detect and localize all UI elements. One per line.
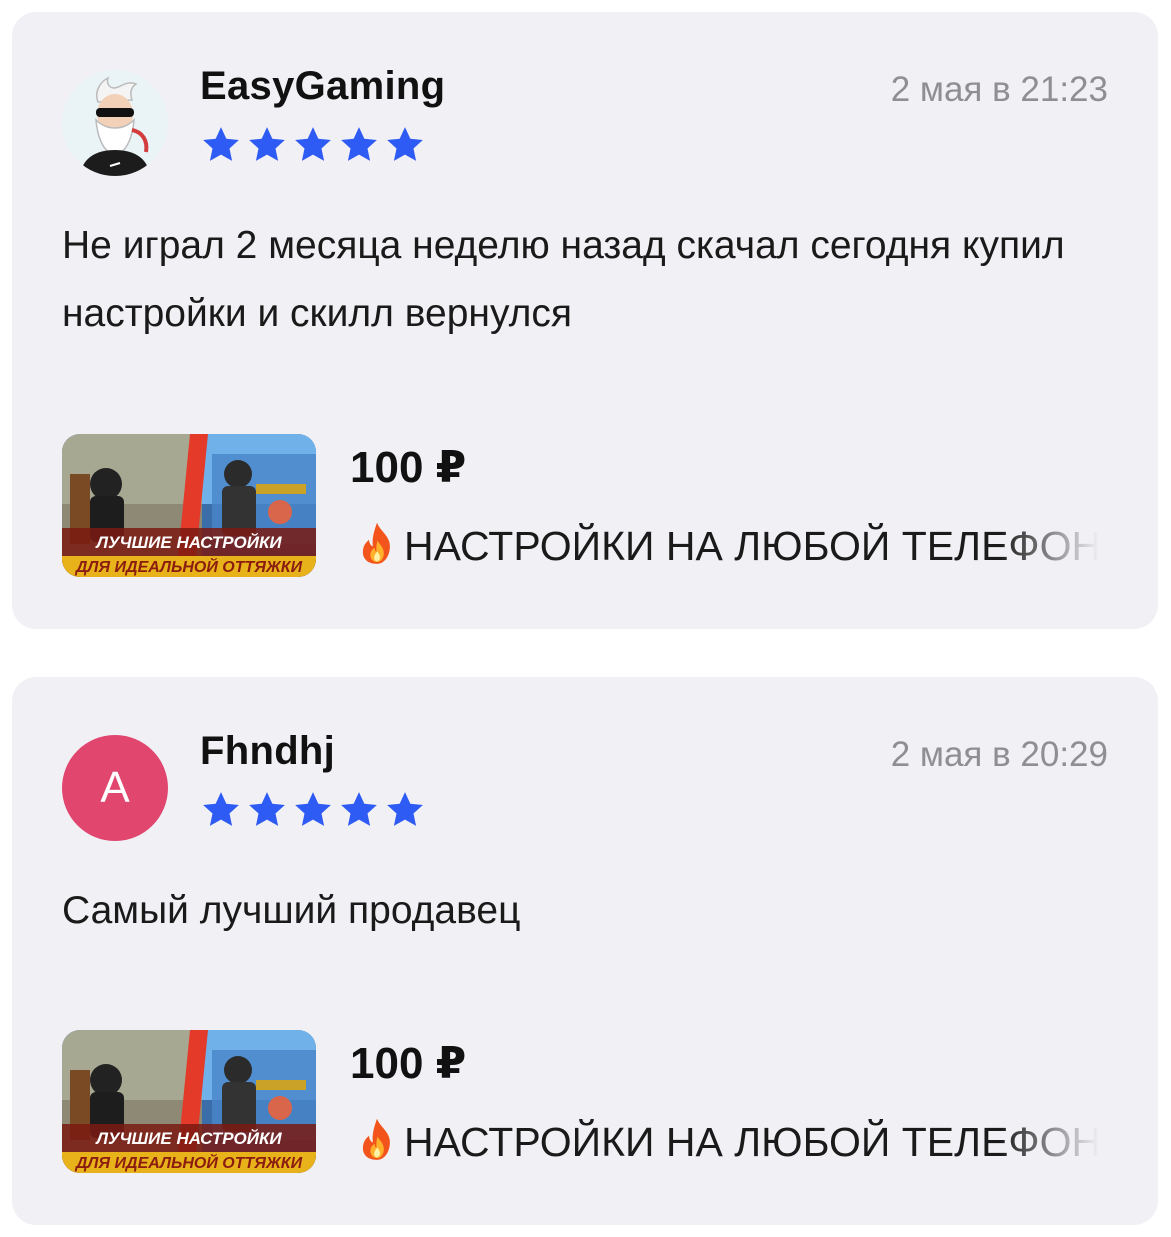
author-name[interactable]: EasyGaming <box>200 64 445 109</box>
title-fade-overlay <box>1000 518 1110 574</box>
product-thumbnail-image: ЛУЧШИЕ НАСТРОЙКИ ДЛЯ ИДЕАЛЬНОЙ ОТТЯЖКИ <box>62 434 316 577</box>
product-title-row[interactable]: НАСТРОЙКИ НА ЛЮБОЙ ТЕЛЕФОН <box>354 518 1110 574</box>
fire-icon <box>354 521 400 571</box>
thumbnail-caption-line2: ДЛЯ ИДЕАЛЬНОЙ ОТТЯЖКИ <box>74 556 303 576</box>
thumbnail-caption-line1: ЛУЧШИЕ НАСТРОЙКИ <box>94 532 282 552</box>
star-icon <box>246 124 288 166</box>
star-icon <box>384 124 426 166</box>
avatar[interactable] <box>62 70 168 176</box>
reviews-page: EasyGaming 2 мая в 21:23 Не играл 2 меся… <box>0 0 1171 1237</box>
star-icon <box>246 789 288 831</box>
star-icon <box>338 124 380 166</box>
star-icon <box>200 124 242 166</box>
bearded-man-sunglasses-avatar-icon <box>62 70 168 176</box>
review-text: Не играл 2 месяца неделю назад скачал се… <box>62 224 1065 335</box>
thumbnail-caption-line1: ЛУЧШИЕ НАСТРОЙКИ <box>94 1128 282 1148</box>
product-thumbnail-image: ЛУЧШИЕ НАСТРОЙКИ ДЛЯ ИДЕАЛЬНОЙ ОТТЯЖКИ <box>62 1030 316 1173</box>
rating-stars <box>200 789 426 831</box>
product-price: 100 ₽ <box>350 443 467 492</box>
product-price: 100 ₽ <box>350 1039 467 1088</box>
avatar[interactable]: A <box>62 735 168 841</box>
star-icon <box>200 789 242 831</box>
product-title-row[interactable]: НАСТРОЙКИ НА ЛЮБОЙ ТЕЛЕФОН <box>354 1114 1110 1170</box>
review-card: A Fhndhj 2 мая в 20:29 Самый лучший прод… <box>12 677 1158 1225</box>
product-title: НАСТРОЙКИ НА ЛЮБОЙ ТЕЛЕФОН <box>404 522 1102 569</box>
star-icon <box>292 124 334 166</box>
product-link[interactable]: ЛУЧШИЕ НАСТРОЙКИ ДЛЯ ИДЕАЛЬНОЙ ОТТЯЖКИ 1… <box>62 1030 1112 1173</box>
product-title: НАСТРОЙКИ НА ЛЮБОЙ ТЕЛЕФОН <box>404 1118 1102 1165</box>
star-icon <box>292 789 334 831</box>
review-card: EasyGaming 2 мая в 21:23 Не играл 2 меся… <box>12 12 1158 629</box>
review-date: 2 мая в 21:23 <box>890 70 1108 109</box>
avatar-letter: A <box>100 763 130 812</box>
product-thumbnail[interactable]: ЛУЧШИЕ НАСТРОЙКИ ДЛЯ ИДЕАЛЬНОЙ ОТТЯЖКИ <box>62 1030 316 1173</box>
star-icon <box>338 789 380 831</box>
thumbnail-caption-line2: ДЛЯ ИДЕАЛЬНОЙ ОТТЯЖКИ <box>74 1152 303 1172</box>
rating-stars <box>200 124 426 166</box>
author-name[interactable]: Fhndhj <box>200 729 335 774</box>
title-fade-overlay <box>1000 1114 1110 1170</box>
product-thumbnail[interactable]: ЛУЧШИЕ НАСТРОЙКИ ДЛЯ ИДЕАЛЬНОЙ ОТТЯЖКИ <box>62 434 316 577</box>
review-text: Самый лучший продавец <box>62 889 521 932</box>
star-icon <box>384 789 426 831</box>
review-date: 2 мая в 20:29 <box>890 735 1108 774</box>
product-link[interactable]: ЛУЧШИЕ НАСТРОЙКИ ДЛЯ ИДЕАЛЬНОЙ ОТТЯЖКИ 1… <box>62 434 1112 577</box>
fire-icon <box>354 1117 400 1167</box>
